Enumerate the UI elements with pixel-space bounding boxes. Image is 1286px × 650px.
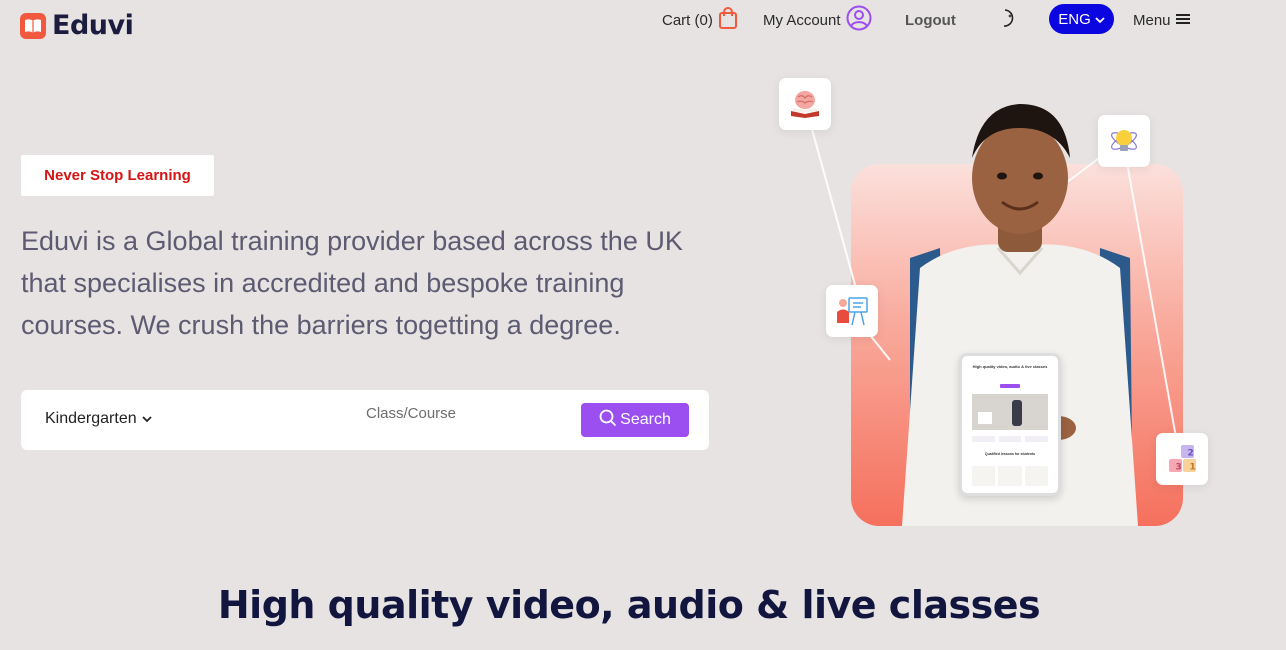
top-nav: Cart (0) My Account Logout ENG Menu — [0, 0, 1286, 40]
lightbulb-icon — [1098, 115, 1150, 167]
tablet-features-row — [972, 436, 1049, 442]
menu-button[interactable]: Menu — [1133, 10, 1190, 30]
language-label: ENG — [1058, 10, 1091, 28]
hero-illustration: High quality video, audio & live classes… — [740, 60, 1260, 540]
section-title: High quality video, audio & live classes — [217, 583, 1041, 627]
moon-icon — [998, 8, 1018, 32]
cart-label: Cart (0) — [662, 11, 713, 29]
tablet-video-thumbnail — [972, 394, 1048, 430]
chevron-down-icon — [1095, 11, 1105, 28]
menu-label: Menu — [1133, 11, 1171, 29]
search-icon — [599, 409, 617, 432]
search-button-label: Search — [620, 411, 671, 428]
search-bar: Kindergarten Search — [21, 390, 709, 450]
tablet-headline: High quality video, audio & live classes — [972, 364, 1048, 369]
account-label: My Account — [763, 11, 841, 29]
search-button[interactable]: Search — [581, 403, 689, 437]
tagline-badge: Never Stop Learning — [21, 155, 214, 196]
shopping-bag-icon — [718, 7, 738, 33]
tablet-device: High quality video, audio & live classes… — [959, 353, 1061, 496]
number-blocks-icon: 2 3 1 — [1156, 433, 1208, 485]
my-account-link[interactable]: My Account — [763, 5, 872, 31]
block-label-1: 1 — [1190, 463, 1196, 473]
language-selector[interactable]: ENG — [1049, 4, 1114, 34]
hamburger-icon — [1175, 12, 1190, 29]
level-select-value: Kindergarten — [45, 410, 137, 427]
logout-link[interactable]: Logout — [905, 10, 956, 30]
course-search-input[interactable] — [241, 398, 581, 428]
user-circle-icon — [846, 5, 872, 35]
chevron-down-icon — [141, 410, 152, 428]
brain-book-icon — [779, 78, 831, 130]
logout-label: Logout — [905, 11, 956, 29]
tablet-button — [1000, 384, 1020, 388]
level-select[interactable]: Kindergarten — [45, 410, 152, 428]
theme-toggle[interactable] — [998, 8, 1018, 32]
block-label-2: 2 — [1188, 449, 1194, 459]
hero-description: Eduvi is a Global training provider base… — [21, 226, 683, 340]
block-label-3: 3 — [1176, 463, 1182, 473]
teacher-board-icon — [826, 285, 878, 337]
cart-link[interactable]: Cart (0) — [662, 7, 738, 33]
tablet-cards-row — [972, 466, 1048, 486]
tablet-section-title: Qualified lessons for students — [984, 452, 1036, 456]
